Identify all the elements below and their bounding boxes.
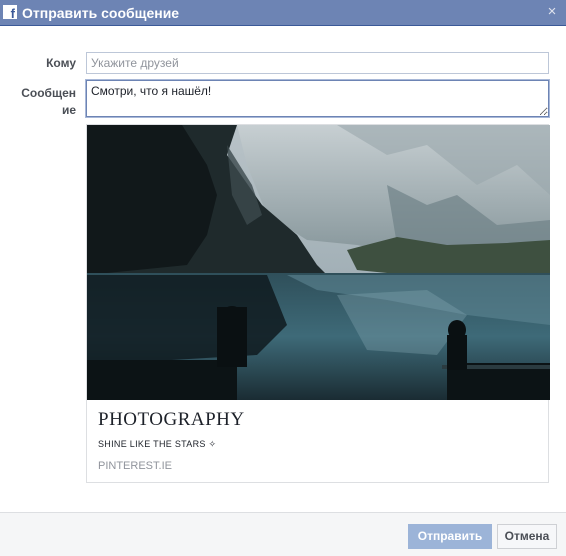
message-textarea[interactable] <box>86 80 549 117</box>
preview-image <box>87 125 550 400</box>
recipients-input[interactable] <box>86 52 549 74</box>
message-label-line2: ие <box>61 103 76 117</box>
dialog-footer: Отправить Отмена <box>0 512 566 556</box>
dialog-title: Отправить сообщение <box>22 5 180 21</box>
cancel-button[interactable]: Отмена <box>497 524 557 549</box>
close-icon[interactable]: × <box>544 3 560 21</box>
dialog-titlebar: f Отправить сообщение × <box>0 0 566 26</box>
preview-description: SHINE LIKE THE STARS ✧ <box>98 439 217 449</box>
preview-source: PINTEREST.IE <box>98 460 172 472</box>
message-label-line1: Сообщен <box>21 86 76 100</box>
to-label: Кому <box>46 56 76 70</box>
facebook-icon: f <box>3 5 17 21</box>
send-button[interactable]: Отправить <box>408 524 492 549</box>
link-preview-card[interactable]: PHOTOGRAPHY SHINE LIKE THE STARS ✧ PINTE… <box>86 124 550 483</box>
message-label: Сообщен ие <box>14 85 76 119</box>
preview-title: PHOTOGRAPHY <box>98 409 245 430</box>
